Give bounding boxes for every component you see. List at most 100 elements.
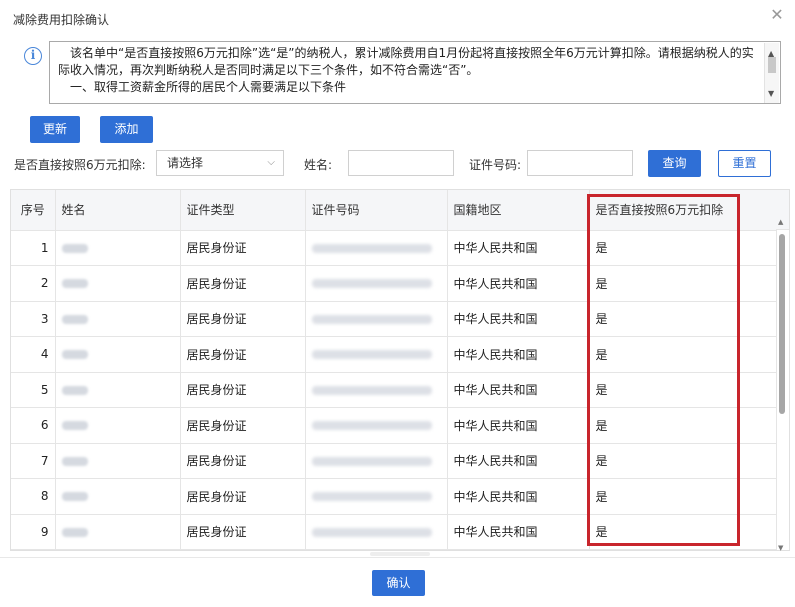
cell-deduct[interactable]: 是 [589, 407, 777, 444]
cell-id-type: 居民身份证 [180, 336, 306, 373]
cell-id-number [305, 407, 448, 444]
cell-nationality: 中华人民共和国 [447, 514, 590, 550]
query-button[interactable]: 查询 [648, 150, 701, 177]
cell-id-number [305, 372, 448, 408]
table-scroll-thumb[interactable] [779, 234, 785, 414]
cell-name [55, 301, 181, 337]
info-icon: i [24, 47, 42, 65]
cell-name [55, 372, 181, 408]
redacted-id-number [311, 350, 432, 360]
cell-nationality: 中华人民共和国 [447, 478, 590, 515]
confirm-button[interactable]: 确认 [372, 570, 425, 596]
cell-nationality: 中华人民共和国 [447, 265, 590, 302]
cell-index: 2 [11, 265, 56, 302]
cell-id-type: 居民身份证 [180, 372, 306, 408]
id-number-input[interactable] [527, 150, 633, 176]
redacted-id-number [311, 279, 432, 289]
cell-index: 4 [11, 336, 56, 373]
redacted-name [61, 314, 88, 324]
table-scrollbar[interactable]: ▲ ▼ [776, 218, 787, 552]
table-header-row: 序号 姓名 证件类型 证件号码 国籍地区 是否直接按照6万元扣除 [11, 190, 777, 231]
redacted-name [61, 350, 88, 360]
scroll-up-icon[interactable]: ▲ [778, 218, 783, 226]
notice-scrollbar[interactable]: ▲ ▼ [764, 43, 779, 103]
cell-id-type: 居民身份证 [180, 478, 306, 515]
name-input[interactable] [348, 150, 454, 176]
close-icon[interactable]: ✕ [769, 7, 785, 23]
column-header-id-type: 证件类型 [180, 190, 306, 231]
notice-line-1: 该名单中“是否直接按照6万元扣除”选“是”的纳税人，累计减除费用自1月份起将直接… [58, 46, 754, 77]
table-row[interactable]: 8 居民身份证 中华人民共和国是 [11, 478, 777, 515]
cell-index: 3 [11, 301, 56, 337]
scroll-down-icon[interactable]: ▼ [778, 544, 783, 552]
horizontal-scroll-hint[interactable] [370, 552, 430, 556]
redacted-name [61, 421, 88, 431]
redacted-id-number [311, 421, 432, 431]
cell-id-number [305, 514, 448, 550]
cell-deduct[interactable]: 是 [589, 230, 777, 266]
cell-id-type: 居民身份证 [180, 265, 306, 302]
column-header-deduct: 是否直接按照6万元扣除 [589, 190, 777, 231]
cell-nationality: 中华人民共和国 [447, 336, 590, 373]
cell-nationality: 中华人民共和国 [447, 230, 590, 266]
reset-button[interactable]: 重置 [718, 150, 771, 177]
redacted-id-number [311, 527, 432, 537]
refresh-button[interactable]: 更新 [30, 116, 80, 143]
cell-deduct[interactable]: 是 [589, 478, 777, 515]
cell-index: 9 [11, 514, 56, 550]
cell-id-number [305, 478, 448, 515]
cell-id-number [305, 230, 448, 266]
deduct-select[interactable]: 请选择 ⌵ [156, 150, 284, 176]
cell-deduct[interactable]: 是 [589, 372, 777, 408]
table-row[interactable]: 1 居民身份证 中华人民共和国是 [11, 230, 777, 266]
cell-nationality: 中华人民共和国 [447, 372, 590, 408]
cell-id-type: 居民身份证 [180, 301, 306, 337]
cell-name [55, 478, 181, 515]
name-filter-label: 姓名: [304, 158, 333, 172]
table-row[interactable]: 9 居民身份证 中华人民共和国是 [11, 514, 777, 550]
redacted-id-number [311, 385, 432, 395]
cell-index: 7 [11, 443, 56, 479]
cell-nationality: 中华人民共和国 [447, 301, 590, 337]
id-filter-label: 证件号码: [469, 158, 522, 172]
cell-id-number [305, 336, 448, 373]
cell-index: 5 [11, 372, 56, 408]
table-row[interactable]: 6 居民身份证 中华人民共和国是 [11, 407, 777, 444]
cell-deduct[interactable]: 是 [589, 301, 777, 337]
cell-deduct[interactable]: 是 [589, 514, 777, 550]
notice-scroll-thumb[interactable] [768, 57, 776, 73]
table-row[interactable]: 2 居民身份证 中华人民共和国是 [11, 265, 777, 302]
column-header-index: 序号 [11, 190, 56, 231]
chevron-down-icon: ⌵ [267, 157, 275, 168]
cell-id-number [305, 265, 448, 302]
cell-name [55, 443, 181, 479]
column-header-nationality: 国籍地区 [447, 190, 590, 231]
column-header-id-number: 证件号码 [305, 190, 448, 231]
cell-name [55, 336, 181, 373]
table-row[interactable]: 4 居民身份证 中华人民共和国是 [11, 336, 777, 373]
cell-nationality: 中华人民共和国 [447, 407, 590, 444]
redacted-name [61, 279, 88, 289]
dialog-title: 减除费用扣除确认 [13, 13, 110, 27]
table-row[interactable]: 5 居民身份证 中华人民共和国是 [11, 372, 777, 408]
add-button[interactable]: 添加 [100, 116, 153, 143]
cell-index: 8 [11, 478, 56, 515]
table-row[interactable]: 7 居民身份证 中华人民共和国是 [11, 443, 777, 479]
notice-text-box[interactable]: 该名单中“是否直接按照6万元扣除”选“是”的纳税人，累计减除费用自1月份起将直接… [49, 41, 781, 104]
scroll-down-icon[interactable]: ▼ [768, 85, 774, 102]
column-header-name: 姓名 [55, 190, 181, 231]
cell-index: 1 [11, 230, 56, 266]
notice-panel: i 该名单中“是否直接按照6万元扣除”选“是”的纳税人，累计减除费用自1月份起将… [15, 41, 781, 104]
redacted-id-number [311, 243, 432, 253]
redacted-name [61, 243, 88, 253]
redacted-name [61, 456, 88, 466]
taxpayer-table: 序号 姓名 证件类型 证件号码 国籍地区 是否直接按照6万元扣除 1 居民身份证中… [10, 189, 790, 551]
cell-index: 6 [11, 407, 56, 444]
cell-deduct[interactable]: 是 [589, 336, 777, 373]
cell-id-type: 居民身份证 [180, 514, 306, 550]
table-row[interactable]: 3 居民身份证 中华人民共和国是 [11, 301, 777, 337]
cell-deduct[interactable]: 是 [589, 265, 777, 302]
redacted-name [61, 385, 88, 395]
cell-deduct[interactable]: 是 [589, 443, 777, 479]
redacted-id-number [311, 314, 432, 324]
